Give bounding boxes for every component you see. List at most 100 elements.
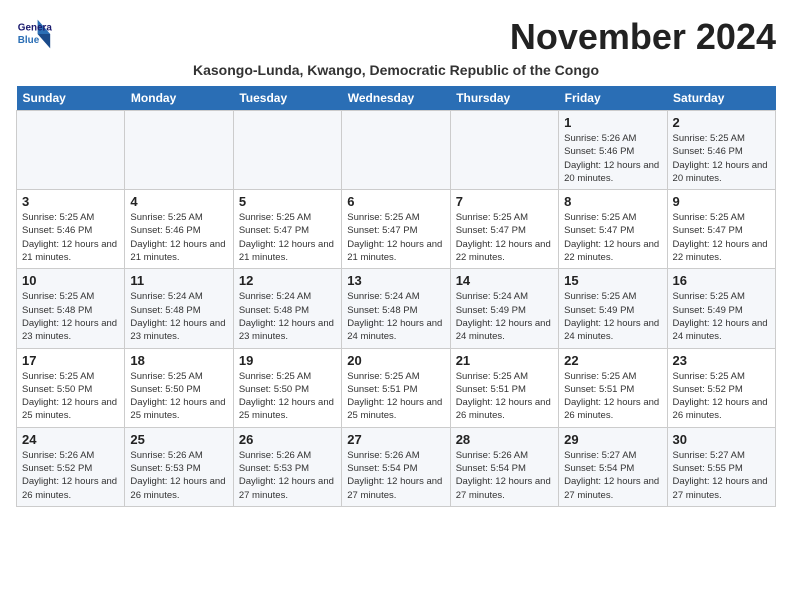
day-number: 14	[456, 273, 553, 288]
day-number: 26	[239, 432, 336, 447]
calendar-subtitle: Kasongo-Lunda, Kwango, Democratic Republ…	[16, 62, 776, 78]
day-number: 10	[22, 273, 119, 288]
logo: General Blue	[16, 16, 52, 52]
day-info: Sunrise: 5:25 AM Sunset: 5:49 PM Dayligh…	[564, 290, 661, 343]
day-info: Sunrise: 5:26 AM Sunset: 5:54 PM Dayligh…	[347, 449, 444, 502]
day-info: Sunrise: 5:24 AM Sunset: 5:49 PM Dayligh…	[456, 290, 553, 343]
calendar-cell: 15 Sunrise: 5:25 AM Sunset: 5:49 PM Dayli…	[559, 269, 667, 348]
day-number: 23	[673, 353, 770, 368]
day-info: Sunrise: 5:25 AM Sunset: 5:50 PM Dayligh…	[22, 370, 119, 423]
weekday-header-monday: Monday	[125, 86, 233, 111]
day-info: Sunrise: 5:25 AM Sunset: 5:52 PM Dayligh…	[673, 370, 770, 423]
day-info: Sunrise: 5:25 AM Sunset: 5:47 PM Dayligh…	[239, 211, 336, 264]
calendar-cell: 14 Sunrise: 5:24 AM Sunset: 5:49 PM Dayli…	[450, 269, 558, 348]
calendar-cell: 9 Sunrise: 5:25 AM Sunset: 5:47 PM Daylig…	[667, 190, 775, 269]
day-number: 9	[673, 194, 770, 209]
calendar-cell: 8 Sunrise: 5:25 AM Sunset: 5:47 PM Daylig…	[559, 190, 667, 269]
calendar-cell: 21 Sunrise: 5:25 AM Sunset: 5:51 PM Dayli…	[450, 348, 558, 427]
calendar-cell: 18Sunrise: 5:25 AM Sunset: 5:50 PM Dayli…	[125, 348, 233, 427]
calendar-cell: 1 Sunrise: 5:26 AM Sunset: 5:46 PM Daylig…	[559, 111, 667, 190]
day-info: Sunrise: 5:27 AM Sunset: 5:54 PM Dayligh…	[564, 449, 661, 502]
day-number: 15	[564, 273, 661, 288]
month-title: November 2024	[510, 16, 776, 58]
weekday-header-saturday: Saturday	[667, 86, 775, 111]
day-number: 30	[673, 432, 770, 447]
calendar-cell: 23 Sunrise: 5:25 AM Sunset: 5:52 PM Dayli…	[667, 348, 775, 427]
day-info: Sunrise: 5:24 AM Sunset: 5:48 PM Dayligh…	[347, 290, 444, 343]
calendar-cell: 11 Sunrise: 5:24 AM Sunset: 5:48 PM Dayli…	[125, 269, 233, 348]
calendar-cell: 28 Sunrise: 5:26 AM Sunset: 5:54 PM Dayli…	[450, 427, 558, 506]
calendar-cell: 24 Sunrise: 5:26 AM Sunset: 5:52 PM Dayli…	[17, 427, 125, 506]
day-number: 4	[130, 194, 227, 209]
generalblue-logo-icon: General Blue	[16, 16, 52, 52]
day-number: 17	[22, 353, 119, 368]
calendar-cell	[342, 111, 450, 190]
calendar-cell	[450, 111, 558, 190]
day-info: Sunrise: 5:25 AM Sunset: 5:51 PM Dayligh…	[347, 370, 444, 423]
day-number: 24	[22, 432, 119, 447]
calendar-cell: 25 Sunrise: 5:26 AM Sunset: 5:53 PM Dayli…	[125, 427, 233, 506]
calendar-cell: 22 Sunrise: 5:25 AM Sunset: 5:51 PM Dayli…	[559, 348, 667, 427]
calendar-header: SundayMondayTuesdayWednesdayThursdayFrid…	[17, 86, 776, 111]
day-info: Sunrise: 5:25 AM Sunset: 5:49 PM Dayligh…	[673, 290, 770, 343]
day-number: 25	[130, 432, 227, 447]
day-number: 29	[564, 432, 661, 447]
day-number: 27	[347, 432, 444, 447]
calendar-cell: 30 Sunrise: 5:27 AM Sunset: 5:55 PM Dayli…	[667, 427, 775, 506]
calendar-cell: 13Sunrise: 5:24 AM Sunset: 5:48 PM Dayli…	[342, 269, 450, 348]
day-info: Sunrise: 5:25 AM Sunset: 5:48 PM Dayligh…	[22, 290, 119, 343]
day-info: Sunrise: 5:25 AM Sunset: 5:46 PM Dayligh…	[130, 211, 227, 264]
week-row-3: 10 Sunrise: 5:25 AM Sunset: 5:48 PM Dayli…	[17, 269, 776, 348]
calendar-cell	[125, 111, 233, 190]
day-number: 5	[239, 194, 336, 209]
calendar-body: 1 Sunrise: 5:26 AM Sunset: 5:46 PM Daylig…	[17, 111, 776, 507]
day-number: 19	[239, 353, 336, 368]
calendar-cell: 17 Sunrise: 5:25 AM Sunset: 5:50 PM Dayli…	[17, 348, 125, 427]
calendar-cell: 7Sunrise: 5:25 AM Sunset: 5:47 PM Daylig…	[450, 190, 558, 269]
calendar-cell: 5 Sunrise: 5:25 AM Sunset: 5:47 PM Daylig…	[233, 190, 341, 269]
calendar-cell: 29 Sunrise: 5:27 AM Sunset: 5:54 PM Dayli…	[559, 427, 667, 506]
weekday-header-wednesday: Wednesday	[342, 86, 450, 111]
calendar-cell: 26 Sunrise: 5:26 AM Sunset: 5:53 PM Dayli…	[233, 427, 341, 506]
weekday-header-sunday: Sunday	[17, 86, 125, 111]
weekday-header-friday: Friday	[559, 86, 667, 111]
day-number: 3	[22, 194, 119, 209]
day-info: Sunrise: 5:26 AM Sunset: 5:53 PM Dayligh…	[130, 449, 227, 502]
day-info: Sunrise: 5:25 AM Sunset: 5:47 PM Dayligh…	[564, 211, 661, 264]
day-number: 6	[347, 194, 444, 209]
day-number: 8	[564, 194, 661, 209]
week-row-2: 3 Sunrise: 5:25 AM Sunset: 5:46 PM Daylig…	[17, 190, 776, 269]
day-info: Sunrise: 5:25 AM Sunset: 5:51 PM Dayligh…	[456, 370, 553, 423]
calendar-cell: 27 Sunrise: 5:26 AM Sunset: 5:54 PM Dayli…	[342, 427, 450, 506]
calendar-cell: 16 Sunrise: 5:25 AM Sunset: 5:49 PM Dayli…	[667, 269, 775, 348]
day-number: 22	[564, 353, 661, 368]
day-info: Sunrise: 5:24 AM Sunset: 5:48 PM Dayligh…	[130, 290, 227, 343]
day-number: 11	[130, 273, 227, 288]
day-number: 1	[564, 115, 661, 130]
calendar-cell: 3Sunrise: 5:25 AM Sunset: 5:46 PM Daylig…	[17, 190, 125, 269]
day-number: 28	[456, 432, 553, 447]
day-info: Sunrise: 5:26 AM Sunset: 5:53 PM Dayligh…	[239, 449, 336, 502]
calendar-cell: 19 Sunrise: 5:25 AM Sunset: 5:50 PM Dayli…	[233, 348, 341, 427]
week-row-4: 17 Sunrise: 5:25 AM Sunset: 5:50 PM Dayli…	[17, 348, 776, 427]
day-info: Sunrise: 5:25 AM Sunset: 5:47 PM Dayligh…	[673, 211, 770, 264]
day-info: Sunrise: 5:25 AM Sunset: 5:51 PM Dayligh…	[564, 370, 661, 423]
day-number: 20	[347, 353, 444, 368]
weekday-header-row: SundayMondayTuesdayWednesdayThursdayFrid…	[17, 86, 776, 111]
calendar-cell: 6Sunrise: 5:25 AM Sunset: 5:47 PM Daylig…	[342, 190, 450, 269]
calendar-cell: 12Sunrise: 5:24 AM Sunset: 5:48 PM Dayli…	[233, 269, 341, 348]
day-info: Sunrise: 5:25 AM Sunset: 5:50 PM Dayligh…	[130, 370, 227, 423]
day-info: Sunrise: 5:26 AM Sunset: 5:46 PM Dayligh…	[564, 132, 661, 185]
day-number: 21	[456, 353, 553, 368]
svg-text:Blue: Blue	[18, 35, 40, 46]
day-info: Sunrise: 5:24 AM Sunset: 5:48 PM Dayligh…	[239, 290, 336, 343]
calendar-cell: 2Sunrise: 5:25 AM Sunset: 5:46 PM Daylig…	[667, 111, 775, 190]
day-info: Sunrise: 5:26 AM Sunset: 5:54 PM Dayligh…	[456, 449, 553, 502]
day-info: Sunrise: 5:25 AM Sunset: 5:46 PM Dayligh…	[673, 132, 770, 185]
day-number: 16	[673, 273, 770, 288]
header: General Blue November 2024	[16, 16, 776, 58]
day-info: Sunrise: 5:27 AM Sunset: 5:55 PM Dayligh…	[673, 449, 770, 502]
day-info: Sunrise: 5:26 AM Sunset: 5:52 PM Dayligh…	[22, 449, 119, 502]
calendar-table: SundayMondayTuesdayWednesdayThursdayFrid…	[16, 86, 776, 507]
day-info: Sunrise: 5:25 AM Sunset: 5:50 PM Dayligh…	[239, 370, 336, 423]
